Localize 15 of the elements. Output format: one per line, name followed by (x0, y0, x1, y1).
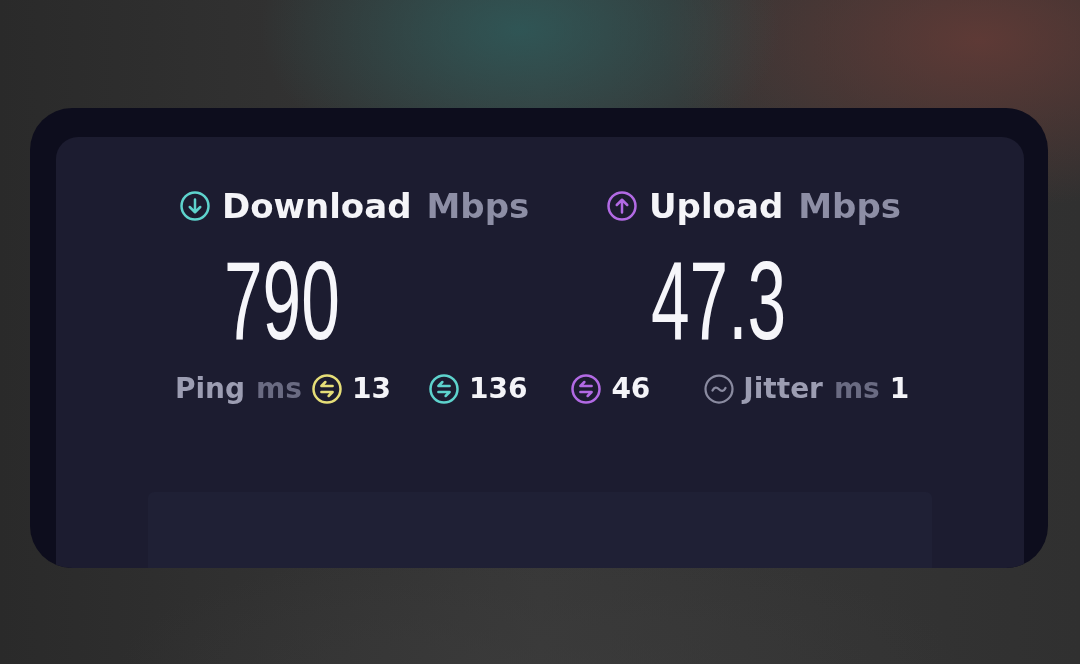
unit-label: ms (833, 372, 880, 406)
ping-value: 13 (351, 372, 391, 406)
result-label: Download (222, 186, 412, 226)
wave-circle-icon (704, 374, 735, 404)
ping-label: Ping (175, 372, 246, 406)
jitter-value: 1 (889, 372, 910, 406)
result-label: Upload (649, 186, 784, 226)
ping-value: 136 (468, 372, 528, 406)
ping-value: 46 (611, 372, 651, 406)
unit-label: Mbps (798, 186, 901, 226)
speed-value: 47.3 (651, 245, 787, 357)
speed-value: 790 (224, 245, 340, 357)
unit-label: Mbps (426, 186, 530, 226)
jitter-label: Jitter (743, 372, 823, 406)
unit-label: ms (256, 372, 302, 406)
